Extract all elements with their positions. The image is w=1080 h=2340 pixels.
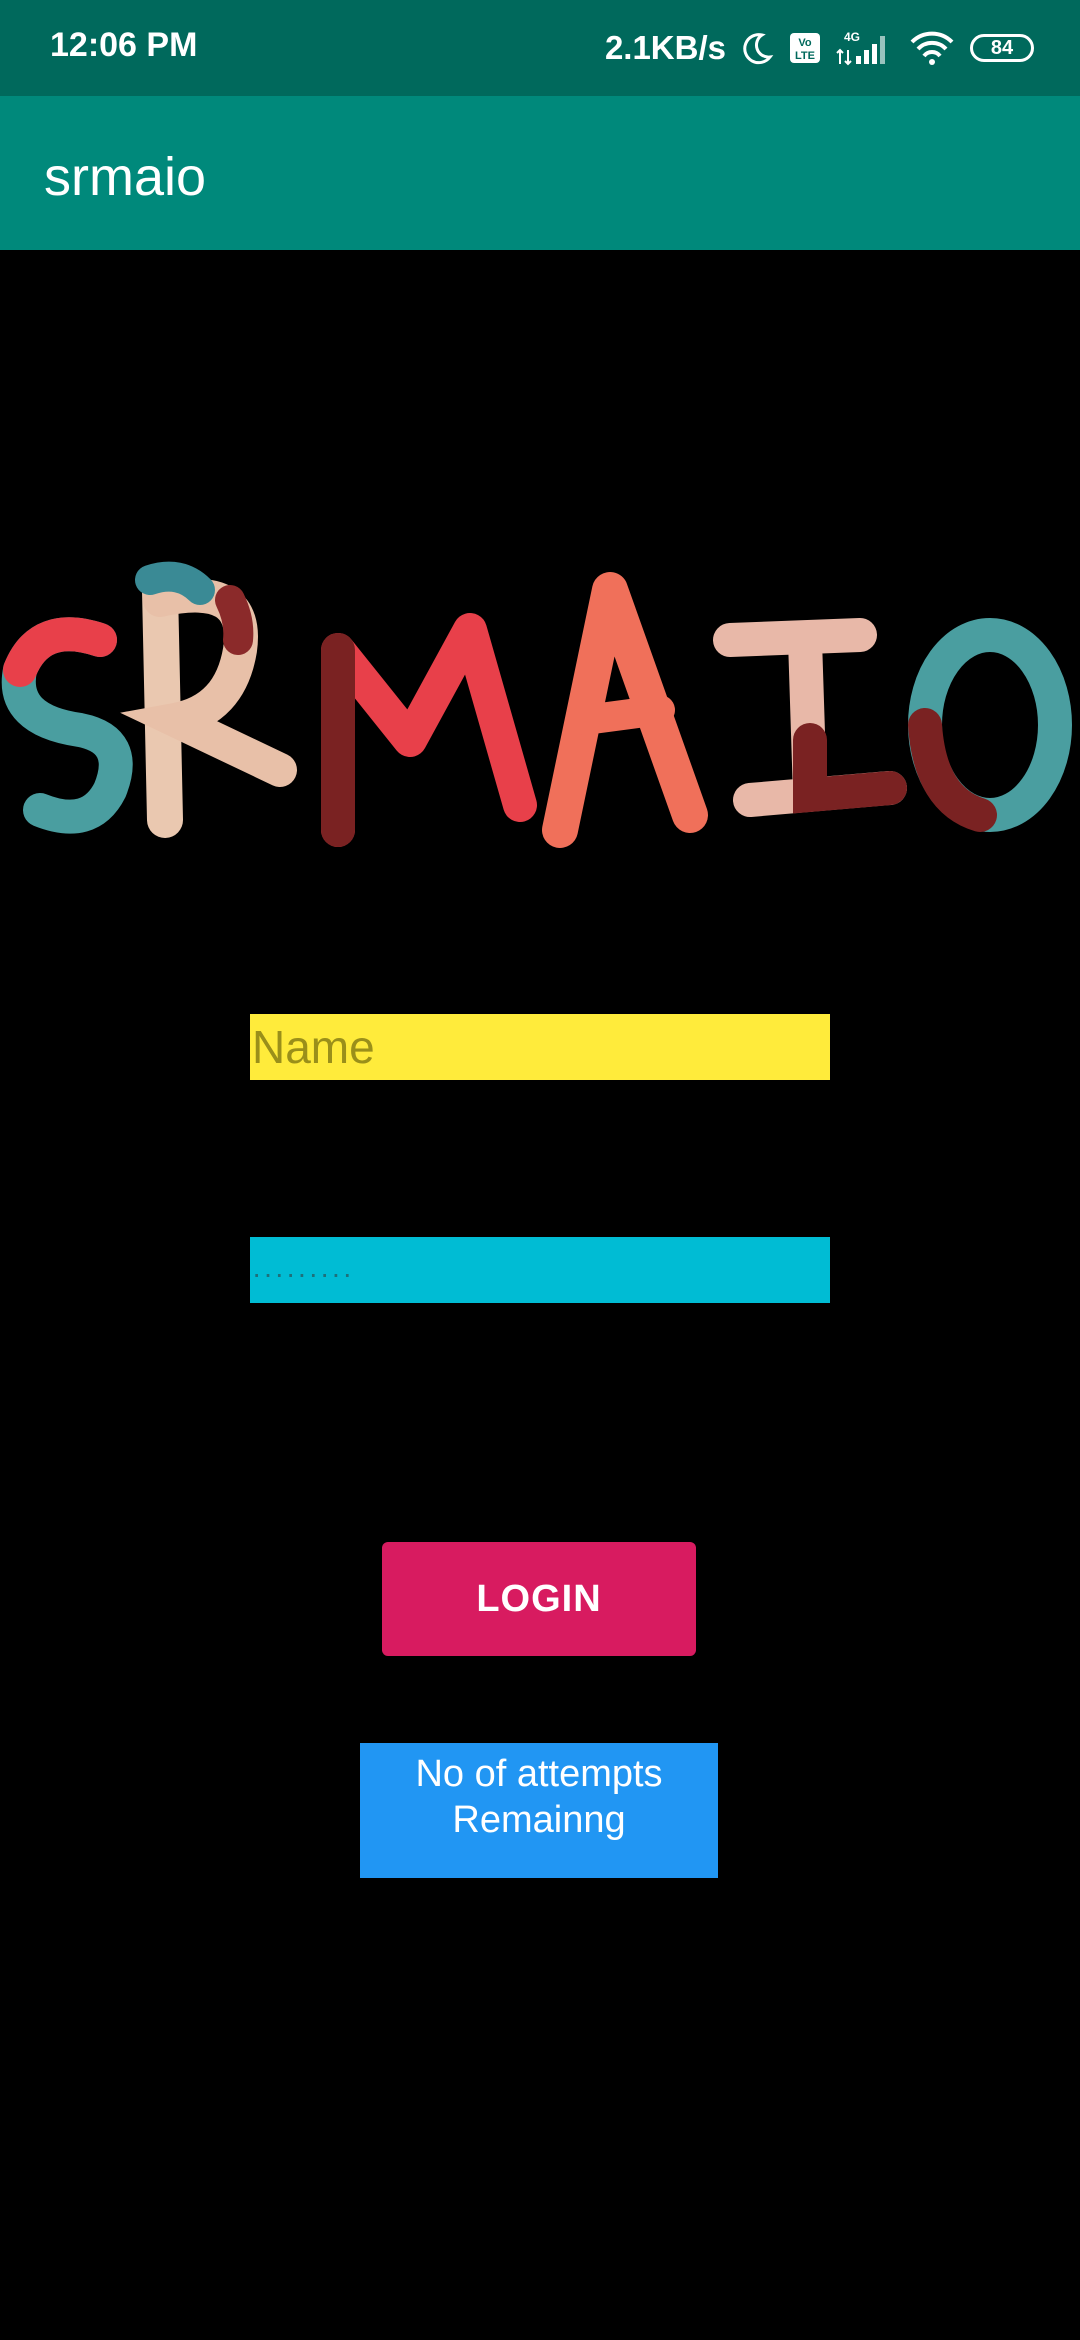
network-speed: 2.1KB/s bbox=[604, 29, 726, 66]
svg-text:LTE: LTE bbox=[795, 50, 815, 62]
srmaio-logo bbox=[1, 561, 1072, 848]
name-input[interactable] bbox=[250, 1014, 830, 1080]
attempts-remaining-box: No of attempts Remainng bbox=[360, 1743, 718, 1878]
moon-icon bbox=[743, 33, 774, 65]
svg-text:Vo: Vo bbox=[798, 37, 812, 49]
status-bar: 12:06 PM 2.1KB/s Vo LTE 4G 84 bbox=[0, 0, 1080, 96]
attempts-label-line2: Remainng bbox=[452, 1799, 626, 1841]
status-time: 12:06 PM bbox=[50, 26, 198, 64]
svg-text:4G: 4G bbox=[844, 30, 860, 44]
wifi-icon bbox=[910, 31, 954, 65]
app-bar: srmaio bbox=[0, 96, 1080, 250]
attempts-label-line1: No of attempts bbox=[415, 1753, 663, 1795]
password-input[interactable] bbox=[250, 1237, 830, 1303]
volte-icon: Vo LTE bbox=[790, 33, 820, 63]
battery-icon: 84 bbox=[970, 34, 1034, 62]
signal-icon: 4G bbox=[836, 30, 885, 66]
app-title: srmaio bbox=[44, 147, 207, 207]
login-button[interactable]: LOGIN bbox=[382, 1542, 696, 1656]
status-icons: 2.1KB/s Vo LTE 4G 84 bbox=[605, 24, 1034, 72]
